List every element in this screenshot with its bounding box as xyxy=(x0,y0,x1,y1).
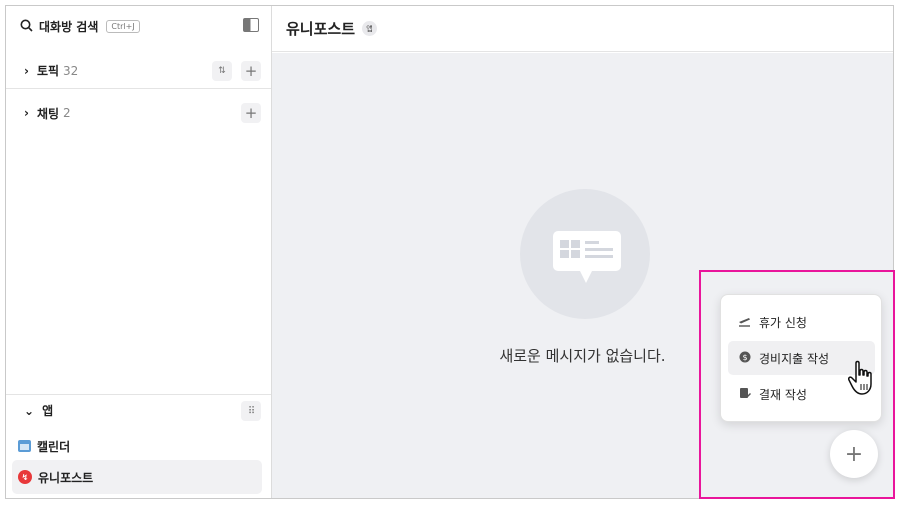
sidebar-item-calendar[interactable]: 캘린더 xyxy=(12,429,262,463)
hand-pointer-cursor-icon xyxy=(848,360,878,400)
chevron-down-icon: ⌄ xyxy=(24,403,35,418)
section-apps-label: 앱 xyxy=(42,404,54,418)
menu-item-label: 결재 작성 xyxy=(759,387,807,402)
app-action-menu: 휴가 신청 $ 경비지출 작성 결재 작성 xyxy=(720,294,882,422)
svg-text:$: $ xyxy=(742,353,747,362)
search-chat-button[interactable]: 대화방 검색 Ctrl+J xyxy=(6,6,271,47)
section-apps[interactable]: ⌄ 앱 ⠿ xyxy=(6,394,271,426)
coin-icon: $ xyxy=(738,351,751,366)
sort-icon[interactable]: ⇅ xyxy=(212,61,232,81)
add-app-action-button[interactable]: + xyxy=(830,430,878,478)
section-chat[interactable]: › 채팅 2 + xyxy=(6,95,271,131)
section-chat-count: 2 xyxy=(63,106,71,120)
plus-icon: + xyxy=(844,441,864,467)
menu-item-vacation-request[interactable]: 휴가 신청 xyxy=(728,305,875,339)
app-grid-icon[interactable]: ⠿ xyxy=(241,401,261,421)
menu-item-label: 휴가 신청 xyxy=(759,315,807,330)
sidebar-toggle-icon[interactable] xyxy=(243,18,259,32)
sidebar-item-label: 유니포스트 xyxy=(38,470,94,485)
main-header: 유니포스트 앱 xyxy=(272,6,893,52)
section-topic[interactable]: › 토픽 32 ⇅ + xyxy=(6,53,271,89)
sidebar: 대화방 검색 Ctrl+J › 토픽 32 ⇅ + › 채팅 2 + ⌄ 앱 ⠿… xyxy=(6,6,272,498)
chevron-right-icon: › xyxy=(24,63,29,78)
search-icon xyxy=(20,18,33,36)
search-label: 대화방 검색 xyxy=(39,20,99,34)
section-topic-count: 32 xyxy=(63,63,79,78)
airplane-icon xyxy=(738,315,751,330)
chevron-right-icon: › xyxy=(24,106,29,120)
sidebar-item-unipost[interactable]: ↯ 유니포스트 xyxy=(12,460,262,494)
unipost-icon: ↯ xyxy=(18,470,32,484)
section-topic-label: 토픽 xyxy=(36,64,60,78)
section-chat-label: 채팅 xyxy=(36,106,60,121)
app-badge: 앱 xyxy=(362,21,378,36)
calendar-icon xyxy=(18,440,31,452)
message-icon xyxy=(553,231,621,283)
empty-state-illustration xyxy=(520,189,650,319)
shortcut-badge: Ctrl+J xyxy=(106,20,140,33)
menu-item-label: 경비지출 작성 xyxy=(759,351,830,366)
page-title: 유니포스트 xyxy=(286,20,356,38)
sidebar-item-label: 캘린더 xyxy=(37,439,71,454)
add-chat-button[interactable]: + xyxy=(241,103,261,123)
document-pen-icon xyxy=(738,387,751,402)
add-topic-button[interactable]: + xyxy=(241,61,261,81)
